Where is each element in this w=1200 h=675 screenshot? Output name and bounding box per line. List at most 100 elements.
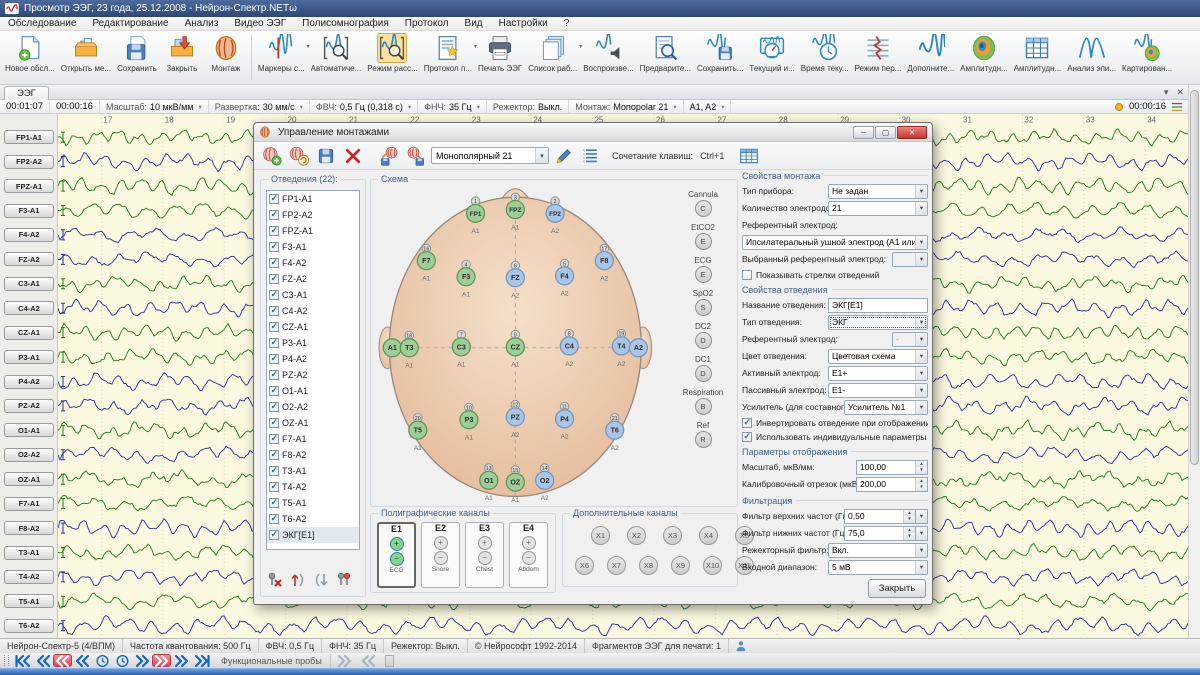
field-combo[interactable]: ▾ xyxy=(892,252,928,267)
field-combo[interactable]: ЭКГ▾ xyxy=(828,315,928,330)
poly-channel-E3[interactable]: E3+−Chest xyxy=(465,522,504,588)
channel-label-T6-A2[interactable]: T6-A2 xyxy=(4,619,54,633)
field-combo[interactable]: 5 мВ▾ xyxy=(828,560,928,575)
extra-channel-X6[interactable]: X6 xyxy=(575,556,594,575)
tab-eeg[interactable]: ЭЭГ xyxy=(4,86,49,100)
toolbar-save-button[interactable]: Сохранить xyxy=(114,32,160,75)
channel-label-FPZ-A1[interactable]: FPZ-A1 xyxy=(4,179,54,193)
channel-label-CZ-A1[interactable]: CZ-A1 xyxy=(4,326,54,340)
edit-pencil-button[interactable] xyxy=(552,144,576,168)
lead-checkbox[interactable] xyxy=(269,530,279,540)
leads-list[interactable]: FP1-A1FP2-A2FPZ-A1F3-A1F4-A2FZ-A2C3-A1C4… xyxy=(266,190,360,550)
field-combo[interactable]: Не задан▾ xyxy=(828,184,928,199)
aux-electrode-ECG[interactable]: ECGE xyxy=(671,256,735,289)
aux-electrode-DC1[interactable]: DC1D xyxy=(671,355,735,388)
field-spinner[interactable]: 200,00▲▼ xyxy=(856,477,928,492)
channel-label-O1-A1[interactable]: O1-A1 xyxy=(4,423,54,437)
channel-label-FP2-A2[interactable]: FP2-A2 xyxy=(4,155,54,169)
lead-checkbox[interactable] xyxy=(269,210,279,220)
lead-item[interactable]: C4-A2 xyxy=(267,303,359,319)
lead-checkbox[interactable] xyxy=(269,482,279,492)
field-checkbox[interactable] xyxy=(742,270,752,280)
lead-item[interactable]: T6-A2 xyxy=(267,511,359,527)
lead-checkbox[interactable] xyxy=(269,386,279,396)
toolbar-open-exam-button[interactable]: Открыть ме... xyxy=(58,32,114,75)
channel-label-OZ-A1[interactable]: OZ-A1 xyxy=(4,472,54,486)
delete-montage-button[interactable] xyxy=(341,144,365,168)
menu-item-2[interactable]: Редактирование xyxy=(84,17,176,30)
channel-label-FP1-A1[interactable]: FP1-A1 xyxy=(4,130,54,144)
spinner-dropdown[interactable]: ▾ xyxy=(916,526,928,541)
extra-channel-X9[interactable]: X9 xyxy=(671,556,690,575)
channel-label-F8-A2[interactable]: F8-A2 xyxy=(4,521,54,535)
playback-clock-back-button[interactable] xyxy=(92,654,112,668)
channel-label-F4-A2[interactable]: F4-A2 xyxy=(4,228,54,242)
param-field-1[interactable]: Масштаб:10 мкВ/мм▾ xyxy=(100,100,209,113)
playback-forward-button[interactable] xyxy=(171,654,191,668)
toolbar-mapping-button[interactable]: Картирован... xyxy=(1119,32,1175,75)
lead-checkbox[interactable] xyxy=(269,402,279,412)
lead-item[interactable]: CZ-A1 xyxy=(267,319,359,335)
lead-item[interactable]: F8-A2 xyxy=(267,447,359,463)
toolbar-epilepsy-analysis-button[interactable]: Анализ эпи... xyxy=(1064,32,1119,75)
lead-item[interactable]: F3-A1 xyxy=(267,239,359,255)
toolbar-print-button[interactable]: Печать ЭЭГ xyxy=(475,32,525,75)
lead-checkbox[interactable] xyxy=(269,418,279,428)
channel-label-O2-A2[interactable]: O2-A2 xyxy=(4,448,54,462)
lead-checkbox[interactable] xyxy=(269,466,279,476)
field-text-input[interactable]: ЭКГ[E1] xyxy=(828,298,928,313)
playback-forward-page-button[interactable] xyxy=(152,654,171,667)
dialog-minimize-button[interactable]: ─ xyxy=(853,126,874,139)
field-combo[interactable]: Ипсилатеральный ушной электрод (A1 или A… xyxy=(742,235,928,250)
lead-checkbox[interactable] xyxy=(269,354,279,364)
playback-rewind-page-button[interactable] xyxy=(53,654,72,667)
aux-electrode-DC2[interactable]: DC2D xyxy=(671,322,735,355)
lead-item[interactable]: F4-A2 xyxy=(267,255,359,271)
extra-channel-X8[interactable]: X8 xyxy=(639,556,658,575)
field-checkbox[interactable] xyxy=(742,432,752,442)
lead-item[interactable]: T5-A1 xyxy=(267,495,359,511)
aux-electrode-Cannula[interactable]: CannulaC xyxy=(671,190,735,223)
param-field-4[interactable]: ФНЧ:35 Гц▾ xyxy=(418,100,487,113)
spinner-dropdown[interactable]: ▾ xyxy=(916,509,928,524)
playback-skip-start-button[interactable] xyxy=(13,654,33,668)
aux-electrode-Ref[interactable]: RefR xyxy=(671,421,735,454)
field-spinner[interactable]: 0,50▲▼ xyxy=(844,509,916,524)
field-combo[interactable]: Вкл.▾ xyxy=(828,543,928,558)
extra-channel-X2[interactable]: X2 xyxy=(627,526,646,545)
lead-item[interactable]: O1-A1 xyxy=(267,383,359,399)
toolbar-current-index-button[interactable]: Текущий и... xyxy=(746,32,797,75)
toolbar-auto-analysis-button[interactable]: Автоматиче... xyxy=(308,32,365,75)
lead-item[interactable]: FZ-A2 xyxy=(267,271,359,287)
field-combo[interactable]: Усилитель №1▾ xyxy=(844,400,928,415)
extra-channel-X1[interactable]: X1 xyxy=(591,526,610,545)
poly-channel-E4[interactable]: E4+−Abdom xyxy=(509,522,548,588)
toolbar-close-exam-button[interactable]: Закрыть xyxy=(160,32,204,75)
toolbar-markers-button[interactable]: ▾Маркеры с... xyxy=(255,32,308,75)
toolbar-save-fragment-button[interactable]: Сохранить... xyxy=(694,32,746,75)
import-montage-button[interactable] xyxy=(404,144,428,168)
add-electrode-button[interactable] xyxy=(336,572,352,588)
toolbar-playback-button[interactable]: Воспроизве... xyxy=(580,32,636,75)
lead-checkbox[interactable] xyxy=(269,258,279,268)
menu-item-1[interactable]: Обследование xyxy=(0,17,84,30)
field-combo[interactable]: 21▾ xyxy=(828,201,928,216)
montage-select[interactable]: Монополярный 21▾ xyxy=(431,147,549,164)
lead-item[interactable]: ЭКГ[E1] xyxy=(267,527,359,543)
channel-label-T3-A1[interactable]: T3-A1 xyxy=(4,546,54,560)
dialog-restore-button[interactable]: ▢ xyxy=(875,126,896,139)
table-grid-button[interactable] xyxy=(737,144,761,168)
channel-label-C4-A2[interactable]: C4-A2 xyxy=(4,301,54,315)
extra-channel-X4[interactable]: X4 xyxy=(699,526,718,545)
lead-item[interactable]: T4-A2 xyxy=(267,479,359,495)
lead-item[interactable]: P3-A1 xyxy=(267,335,359,351)
toolbar-extra-wave-button[interactable]: Дополните... xyxy=(904,32,957,75)
field-combo[interactable]: -▾ xyxy=(892,332,928,347)
functional-rewind-button[interactable] xyxy=(359,654,379,668)
tab-menu-icon[interactable]: ▾ xyxy=(1164,87,1169,98)
param-field-6[interactable]: Монтаж:Monopolar 21▾ xyxy=(569,100,683,113)
toolbar-amplitude-map-button[interactable]: Амплитудн... xyxy=(957,32,1011,75)
playback-clock-forward-button[interactable] xyxy=(112,654,132,668)
close-button[interactable]: Закрыть xyxy=(868,579,926,598)
move-up-button[interactable] xyxy=(290,572,306,588)
